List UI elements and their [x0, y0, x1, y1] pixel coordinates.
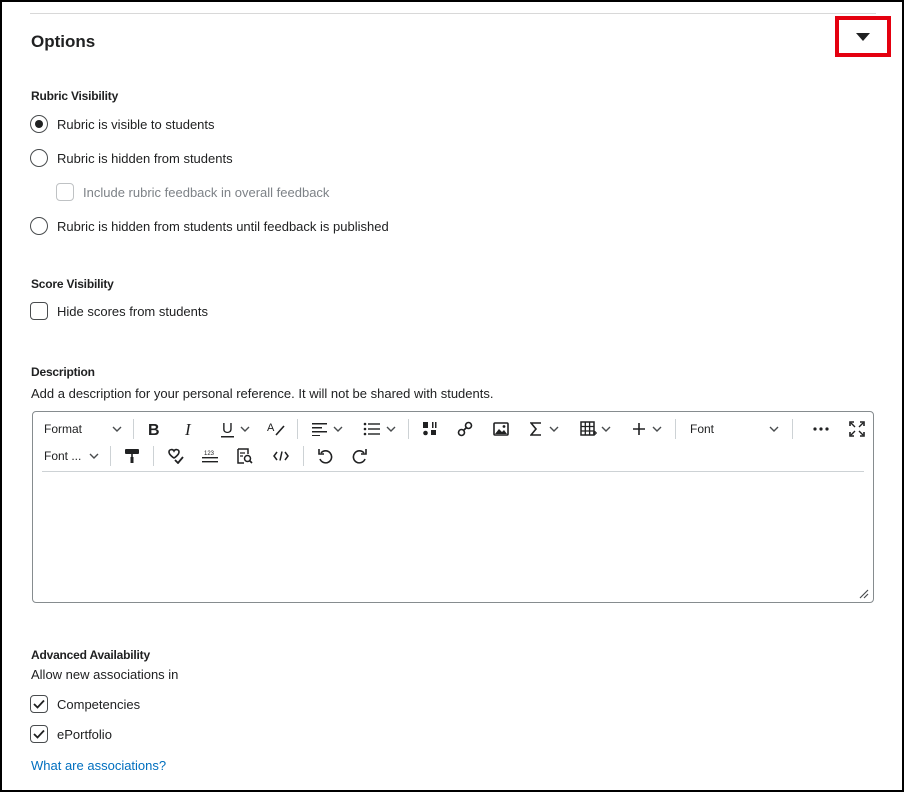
chevron-down-icon	[89, 453, 99, 459]
preview-button[interactable]	[237, 444, 253, 468]
chevron-down-icon	[112, 426, 122, 432]
svg-text:B: B	[148, 422, 160, 437]
word-count-button[interactable]: 123	[202, 444, 218, 468]
insert-more-dropdown[interactable]	[633, 417, 662, 441]
radio-rubric-visible[interactable]: Rubric is visible to students	[30, 115, 215, 133]
code-icon	[273, 451, 289, 461]
insert-link-button[interactable]	[457, 417, 473, 441]
resize-handle-icon[interactable]	[858, 588, 869, 599]
competencies-checkbox-row[interactable]: Competencies	[30, 695, 140, 713]
svg-text:123: 123	[204, 451, 215, 457]
rich-text-editor: Format B I U A Font Font ... 123	[32, 411, 874, 603]
bold-icon: B	[148, 422, 160, 437]
editor-content-area[interactable]	[42, 474, 864, 594]
ellipsis-icon	[813, 427, 829, 431]
radio-button[interactable]	[30, 115, 48, 133]
chevron-down-icon	[333, 426, 343, 432]
chevron-down-icon	[240, 426, 250, 432]
checkbox-label: Competencies	[57, 696, 141, 712]
word-count-icon: 123	[202, 451, 218, 463]
hide-scores-row[interactable]: Hide scores from students	[30, 302, 208, 320]
text-style-button[interactable]: A	[267, 417, 285, 441]
accessibility-checker-button[interactable]	[167, 444, 184, 468]
checkmark-icon	[33, 729, 45, 739]
paint-roller-icon	[125, 449, 139, 463]
insert-stuff-icon	[423, 422, 437, 436]
undo-button[interactable]	[317, 444, 333, 468]
bold-button[interactable]: B	[147, 417, 161, 441]
fullscreen-icon	[849, 421, 865, 437]
preview-icon	[237, 448, 253, 464]
table-icon	[580, 421, 597, 436]
eportfolio-checkbox-row[interactable]: ePortfolio	[30, 725, 112, 743]
insert-stuff-button[interactable]	[422, 417, 438, 441]
link-icon	[457, 421, 473, 437]
svg-text:A: A	[267, 422, 275, 434]
options-panel: Options Rubric Visibility Rubric is visi…	[0, 0, 904, 792]
insert-image-button[interactable]	[493, 417, 509, 441]
align-left-icon	[312, 423, 327, 436]
score-visibility-label: Score Visibility	[31, 277, 114, 291]
underline-dropdown[interactable]: U	[220, 417, 250, 441]
competencies-checkbox[interactable]	[30, 695, 48, 713]
italic-icon: I	[184, 421, 192, 437]
italic-button[interactable]: I	[183, 417, 195, 441]
format-painter-button[interactable]	[124, 444, 140, 468]
caret-down-icon	[856, 32, 870, 41]
eportfolio-checkbox[interactable]	[30, 725, 48, 743]
collapse-toggle-button[interactable]	[835, 16, 891, 57]
accessibility-check-icon	[168, 448, 184, 464]
checkbox-label: ePortfolio	[57, 726, 112, 742]
redo-button[interactable]	[352, 444, 368, 468]
radio-button[interactable]	[30, 149, 48, 167]
sigma-icon	[530, 422, 541, 436]
chevron-down-icon	[652, 426, 662, 432]
equation-dropdown[interactable]	[530, 417, 559, 441]
plus-icon	[633, 423, 645, 435]
font-size-dropdown[interactable]: Font ...	[44, 444, 102, 468]
radio-label: Rubric is visible to students	[57, 116, 215, 132]
underline-icon: U	[221, 420, 234, 438]
fullscreen-button[interactable]	[849, 417, 865, 441]
what-are-associations-link[interactable]: What are associations?	[31, 758, 166, 773]
panel-title: Options	[31, 32, 96, 51]
include-feedback-checkbox	[56, 183, 74, 201]
divider	[30, 13, 876, 14]
image-icon	[493, 422, 509, 436]
advanced-availability-label: Advanced Availability	[31, 648, 150, 662]
hide-scores-checkbox[interactable]	[30, 302, 48, 320]
bulleted-list-icon	[363, 422, 380, 436]
radio-rubric-hidden[interactable]: Rubric is hidden from students	[30, 149, 233, 167]
radio-button[interactable]	[30, 217, 48, 235]
format-dropdown[interactable]: Format	[44, 417, 126, 441]
description-label: Description	[31, 365, 95, 379]
chevron-down-icon	[549, 426, 559, 432]
source-code-button[interactable]	[273, 444, 289, 468]
table-dropdown[interactable]	[580, 417, 611, 441]
undo-icon	[318, 449, 333, 464]
chevron-down-icon	[601, 426, 611, 432]
align-dropdown[interactable]	[312, 417, 343, 441]
svg-text:I: I	[184, 421, 192, 437]
more-actions-button[interactable]	[813, 417, 829, 441]
associations-subtitle: Allow new associations in	[31, 667, 179, 682]
radio-label: Rubric is hidden from students	[57, 150, 233, 166]
checkbox-label: Hide scores from students	[57, 303, 209, 319]
radio-rubric-hidden-until-published[interactable]: Rubric is hidden from students until fee…	[30, 217, 389, 235]
toolbar-divider	[42, 471, 864, 472]
description-help-text: Add a description for your personal refe…	[31, 386, 494, 401]
checkmark-icon	[33, 699, 45, 709]
font-family-dropdown[interactable]: Font	[690, 417, 780, 441]
radio-label: Rubric is hidden from students until fee…	[57, 218, 389, 234]
spellcheck-icon: A	[267, 422, 285, 436]
chevron-down-icon	[769, 426, 779, 432]
rubric-visibility-label: Rubric Visibility	[31, 89, 119, 103]
checkbox-label: Include rubric feedback in overall feedb…	[83, 184, 330, 200]
list-dropdown[interactable]	[363, 417, 396, 441]
redo-icon	[352, 449, 367, 464]
include-feedback-checkbox-row: Include rubric feedback in overall feedb…	[56, 183, 329, 201]
svg-text:U: U	[222, 420, 233, 437]
chevron-down-icon	[386, 426, 396, 432]
